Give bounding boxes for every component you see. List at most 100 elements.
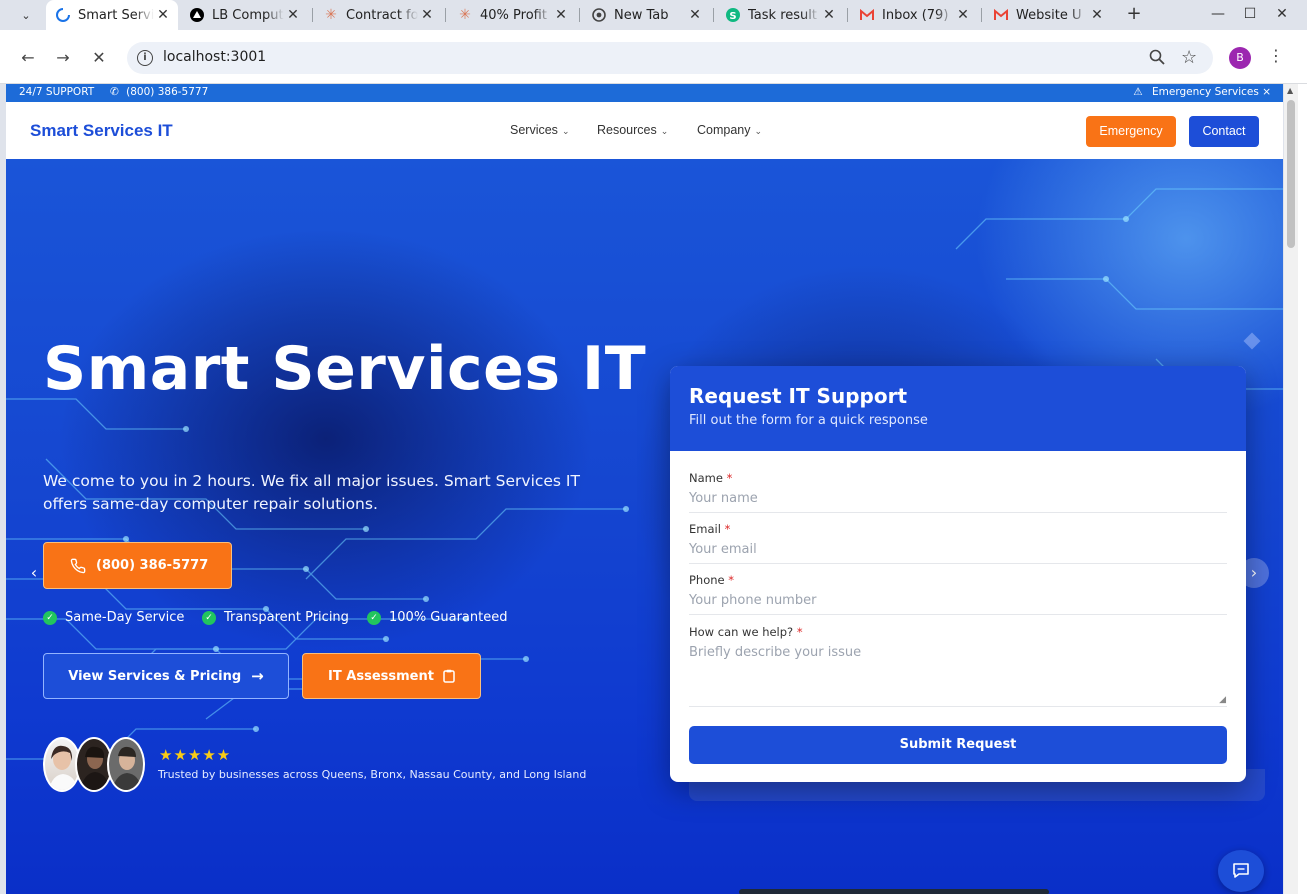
help-textarea[interactable]: Briefly describe your issue ◢ bbox=[689, 645, 1227, 707]
emergency-button[interactable]: Emergency bbox=[1086, 116, 1176, 147]
required-asterisk: * bbox=[726, 471, 733, 485]
new-tab-plus-icon[interactable]: + bbox=[1124, 4, 1144, 24]
arrow-right-icon: → bbox=[251, 667, 264, 685]
nav-company[interactable]: Company ⌄ bbox=[697, 123, 762, 137]
scrollbar-thumb[interactable] bbox=[1287, 100, 1295, 248]
brand-logo[interactable]: Smart Services IT bbox=[30, 121, 173, 141]
browser-tab[interactable]: New Tab ✕ bbox=[582, 2, 710, 28]
submit-request-button[interactable]: Submit Request bbox=[689, 726, 1227, 764]
browser-tab[interactable]: ✳ Contract for ✕ bbox=[314, 2, 442, 28]
address-bar[interactable]: i localhost:3001 ☆ bbox=[127, 42, 1213, 74]
support-label: 24/7 SUPPORT bbox=[19, 86, 95, 98]
view-services-button[interactable]: View Services & Pricing → bbox=[43, 653, 289, 699]
name-input[interactable]: Your name bbox=[689, 491, 1227, 513]
tab-title: 40% Profit bbox=[480, 7, 547, 23]
loading-spinner-icon bbox=[56, 8, 70, 22]
feature-label: 100% Guaranteed bbox=[389, 610, 508, 625]
forward-arrow-icon[interactable]: → bbox=[53, 48, 73, 68]
browser-tab[interactable]: S Task result ✕ bbox=[716, 2, 844, 28]
close-tab-icon[interactable]: ✕ bbox=[418, 7, 436, 23]
close-tab-icon[interactable]: ✕ bbox=[284, 7, 302, 23]
tab-title: Inbox (79) bbox=[882, 7, 949, 23]
main-navigation: Smart Services IT Services ⌄ Resources ⌄ C… bbox=[6, 102, 1283, 159]
window-edge-strip bbox=[1298, 84, 1307, 894]
email-input[interactable]: Your email bbox=[689, 542, 1227, 564]
trust-text: Trusted by businesses across Queens, Bro… bbox=[158, 768, 587, 781]
browser-menu-icon[interactable]: ⋮ bbox=[1268, 46, 1284, 65]
gmail-icon bbox=[860, 8, 874, 22]
nav-resources[interactable]: Resources ⌄ bbox=[597, 123, 668, 137]
name-label: Name * bbox=[689, 471, 1227, 485]
help-field: How can we help? * Briefly describe your… bbox=[689, 625, 1227, 707]
tab-title: Contract for bbox=[346, 7, 418, 23]
email-field: Email * Your email bbox=[689, 522, 1227, 564]
email-label: Email * bbox=[689, 522, 1227, 536]
close-tab-icon[interactable]: ✕ bbox=[154, 7, 172, 23]
tab-search-chevron-icon[interactable]: ⌄ bbox=[14, 4, 38, 26]
chevron-down-icon: ⌄ bbox=[561, 126, 570, 136]
check-circle-icon: ✓ bbox=[367, 610, 381, 625]
chat-button[interactable] bbox=[1218, 850, 1264, 892]
browser-tab[interactable]: ✳ 40% Profit ✕ bbox=[448, 2, 576, 28]
nav-resources-label: Resources bbox=[597, 123, 657, 137]
close-tab-icon[interactable]: ✕ bbox=[820, 7, 838, 23]
feature-guaranteed: ✓ 100% Guaranteed bbox=[367, 610, 507, 625]
name-field: Name * Your name bbox=[689, 471, 1227, 513]
browser-tab-active[interactable]: Smart Services IT ✕ bbox=[46, 0, 178, 30]
tab-title: Website U bbox=[1016, 7, 1082, 23]
it-assessment-button[interactable]: IT Assessment bbox=[302, 653, 481, 699]
tab-separator bbox=[312, 8, 313, 22]
bottom-bar-fragment bbox=[739, 889, 1049, 894]
phone-field: Phone * Your phone number bbox=[689, 573, 1227, 615]
feature-label: Transparent Pricing bbox=[224, 610, 349, 625]
url-text[interactable]: localhost:3001 bbox=[163, 49, 266, 65]
phone-icon: ✆ bbox=[110, 86, 119, 98]
chat-bubble-icon bbox=[1233, 863, 1249, 878]
browser-tab[interactable]: LB Computer ✕ bbox=[180, 2, 308, 28]
close-tab-icon[interactable]: ✕ bbox=[686, 7, 704, 23]
zoom-icon[interactable] bbox=[1149, 49, 1165, 69]
form-subtitle: Fill out the form for a quick response bbox=[689, 413, 928, 428]
close-tab-icon[interactable]: ✕ bbox=[552, 7, 570, 23]
browser-tab[interactable]: Website U ✕ bbox=[984, 2, 1112, 28]
top-phone-link[interactable]: ✆ (800) 386-5777 bbox=[110, 86, 208, 98]
tab-separator bbox=[579, 8, 580, 22]
call-phone-button[interactable]: (800) 386-5777 bbox=[43, 542, 232, 589]
emergency-banner-text: Emergency Services × bbox=[1152, 86, 1271, 98]
chevron-down-icon: ⌄ bbox=[754, 126, 763, 136]
form-title: Request IT Support bbox=[689, 384, 907, 408]
support-request-form: Request IT Support Fill out the form for… bbox=[670, 366, 1246, 782]
profile-avatar[interactable]: B bbox=[1229, 47, 1251, 69]
page-scrollbar[interactable]: ▲ bbox=[1284, 84, 1298, 894]
back-arrow-icon[interactable]: ← bbox=[18, 48, 38, 68]
support-top-bar: 24/7 SUPPORT ✆ (800) 386-5777 ⚠ Emergenc… bbox=[6, 84, 1283, 102]
help-textarea-placeholder: Briefly describe your issue bbox=[689, 645, 862, 660]
site-info-icon[interactable]: i bbox=[137, 50, 153, 66]
close-tab-icon[interactable]: ✕ bbox=[954, 7, 972, 23]
scroll-up-arrow-icon[interactable]: ▲ bbox=[1287, 86, 1293, 95]
resize-grip-icon[interactable]: ◢ bbox=[1219, 695, 1226, 705]
emergency-banner-link[interactable]: ⚠ Emergency Services × bbox=[1133, 86, 1271, 98]
call-phone-label: (800) 386-5777 bbox=[96, 558, 209, 573]
clipboard-icon bbox=[443, 669, 455, 683]
maximize-icon[interactable]: ☐ bbox=[1240, 6, 1260, 22]
nav-services[interactable]: Services ⌄ bbox=[510, 123, 569, 137]
phone-label-text: Phone bbox=[689, 573, 725, 587]
browser-tab[interactable]: Inbox (79) ✕ bbox=[850, 2, 978, 28]
close-tab-icon[interactable]: ✕ bbox=[1088, 7, 1106, 23]
bookmark-star-icon[interactable]: ☆ bbox=[1181, 47, 1197, 68]
tab-separator bbox=[981, 8, 982, 22]
required-asterisk: * bbox=[796, 625, 803, 639]
minimize-icon[interactable]: — bbox=[1208, 6, 1228, 22]
contact-button[interactable]: Contact bbox=[1189, 116, 1259, 147]
tab-title: LB Computer bbox=[212, 7, 284, 23]
stop-loading-icon[interactable]: ✕ bbox=[89, 48, 109, 68]
phone-input[interactable]: Your phone number bbox=[689, 593, 1227, 615]
hero-title: Smart Services IT bbox=[43, 334, 647, 404]
close-window-icon[interactable]: ✕ bbox=[1272, 6, 1292, 22]
tab-separator bbox=[445, 8, 446, 22]
it-assessment-label: IT Assessment bbox=[328, 668, 434, 684]
browser-tab-bar: ⌄ Smart Services IT ✕ LB Computer ✕ ✳ Co… bbox=[0, 0, 1307, 30]
browser-toolbar: ← → ✕ i localhost:3001 ☆ B ⋮ bbox=[0, 30, 1307, 84]
carousel-prev-chevron-icon[interactable]: ‹ bbox=[19, 558, 49, 588]
